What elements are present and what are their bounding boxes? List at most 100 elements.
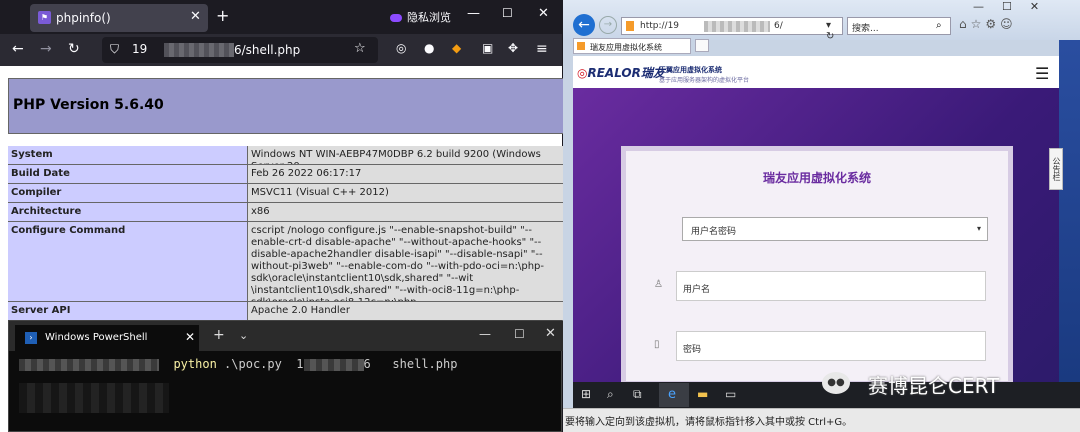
url-prefix: 19 (132, 42, 148, 56)
tab-bar: ⚑ phpinfo() ✕ + 隐私浏览 — ☐ ✕ (0, 0, 562, 34)
ie-icon: e (668, 387, 676, 402)
close-tab-icon[interactable]: ✕ (190, 9, 201, 24)
taskbar-ie-button[interactable]: e (659, 383, 689, 407)
vmware-status-bar: 要将输入定向到该虚拟机，请将鼠标指针移入其中或按 Ctrl+G。 (563, 408, 1080, 432)
table-row: Server API Apache 2.0 Handler (8, 302, 568, 321)
login-title: 瑞友应用虚拟化系统 (762, 171, 871, 185)
new-tab-button[interactable]: + (213, 327, 225, 343)
tab-powershell[interactable]: › Windows PowerShell ✕ (15, 325, 199, 351)
forward-icon[interactable]: → (40, 41, 52, 57)
password-field[interactable]: 密码 (676, 331, 986, 361)
new-tab-button[interactable]: + (216, 6, 229, 25)
reload-icon[interactable]: ↻ (68, 41, 80, 57)
product-name: 天翼应用虚拟化系统 (659, 66, 722, 74)
command-args-tail: 6 shell.php (363, 357, 458, 371)
folder-icon[interactable]: ▬ (697, 387, 708, 401)
powershell-window[interactable]: › Windows PowerShell ✕ + ⌄ — ☐ ✕ python … (8, 320, 563, 432)
shield-icon[interactable]: ⛉ (110, 42, 119, 57)
windows-start-icon[interactable]: ⊞ (581, 387, 591, 401)
menu-icon[interactable]: ≡ (536, 41, 548, 57)
row-value: cscript /nologo configure.js "--enable-s… (248, 222, 568, 301)
virtual-machine-window[interactable]: —☐✕ ← → http://19 6/ ▾ ↻ 搜索... ⌕ ⌂☆⚙☺ 瑞友… (563, 0, 1080, 432)
pocket-icon[interactable]: ◎ (396, 41, 406, 55)
private-browsing-indicator: 隐私浏览 (390, 9, 451, 25)
minimize-button[interactable]: — (479, 327, 491, 341)
window-icon[interactable]: ▭ (725, 387, 736, 401)
row-value: Windows NT WIN-AEBP47M0DBP 6.2 build 920… (248, 146, 568, 164)
user-icon: ♙ (654, 279, 663, 290)
bookmark-star-icon[interactable]: ☆ (354, 41, 366, 56)
tab-title: 瑞友应用虚拟化系统 (590, 43, 662, 52)
product-tagline: 基于应用服务器架构的虚拟化平台 (659, 77, 750, 84)
ie-toolbar-icons[interactable]: ⌂☆⚙☺ (959, 17, 1017, 31)
page-favicon-icon (577, 42, 585, 50)
row-value: Feb 26 2022 06:17:17 (248, 165, 568, 183)
table-row: Architecture x86 (8, 203, 568, 222)
command-line: python .\poc.py 1 6 shell.php (19, 357, 457, 371)
hamburger-menu-icon[interactable]: ☰ (1035, 64, 1049, 83)
row-value: MSVC11 (Visual C++ 2012) (248, 184, 568, 202)
redacted-prompt (19, 358, 159, 371)
search-icon[interactable]: ⌕ (936, 20, 942, 31)
url-prefix: http://19 (640, 21, 680, 31)
task-view-icon[interactable]: ⧉ (633, 387, 642, 402)
announcement-tab[interactable]: 公告栏 (1049, 148, 1063, 190)
command-args: .\poc.py 1 (224, 357, 304, 371)
close-tab-icon[interactable]: ✕ (185, 330, 195, 344)
redacted-ip (164, 43, 234, 57)
watermark-text: 赛博昆仑CERT (868, 374, 1000, 398)
search-icon[interactable]: ⌕ (607, 387, 614, 402)
extension-fox-icon[interactable]: ◆ (452, 41, 461, 55)
ie-window-controls[interactable]: —☐✕ (973, 0, 1057, 13)
account-icon[interactable]: ● (424, 41, 434, 55)
close-window-button[interactable]: ✕ (538, 6, 549, 21)
private-mask-icon (390, 14, 402, 22)
select-value: 用户名密码 (691, 227, 737, 237)
page-icon (626, 21, 634, 31)
row-key: Server API (8, 302, 248, 320)
row-key: Compiler (8, 184, 248, 202)
url-bar[interactable]: ⛉ 19 6/shell.php (102, 37, 378, 63)
ie-toolbar: —☐✕ ← → http://19 6/ ▾ ↻ 搜索... ⌕ ⌂☆⚙☺ (563, 0, 1080, 42)
password-placeholder: 密码 (683, 345, 702, 355)
table-row: Compiler MSVC11 (Visual C++ 2012) (8, 184, 568, 203)
close-window-button[interactable]: ✕ (545, 326, 556, 341)
refresh-icon[interactable]: ▾ ↻ (826, 20, 842, 42)
search-input[interactable]: 搜索... ⌕ (847, 17, 951, 35)
username-field[interactable]: 用户名 (676, 271, 986, 301)
url-suffix: 6/ (774, 21, 783, 31)
maximize-button[interactable]: ☐ (514, 327, 525, 341)
back-icon[interactable]: ← (12, 41, 24, 57)
maximize-button[interactable]: ☐ (502, 6, 513, 20)
search-placeholder: 搜索... (852, 24, 879, 34)
chevron-down-icon[interactable]: ⌄ (239, 329, 248, 342)
logo-mark-icon: ◎ (577, 66, 588, 80)
back-icon[interactable]: ← (573, 14, 595, 36)
new-tab-button[interactable] (695, 39, 709, 52)
wechat-icon: ●● (822, 372, 850, 394)
url-path: 6/shell.php (234, 43, 301, 57)
command-name: python (173, 357, 217, 371)
forward-icon[interactable]: → (599, 16, 617, 34)
minimize-button[interactable]: — (467, 6, 480, 21)
terminal-tab-bar: › Windows PowerShell ✕ + ⌄ — ☐ ✕ (9, 321, 563, 351)
tab-title: phpinfo() (56, 11, 111, 25)
navigation-toolbar: ← → ↻ ⛉ 19 6/shell.php ☆ ◎ ● ◆ ▣ ✥ ≡ (0, 34, 562, 66)
puzzle-icon[interactable]: ✥ (508, 41, 518, 55)
row-key: Build Date (8, 165, 248, 183)
tab-phpinfo[interactable]: ⚑ phpinfo() ✕ (30, 4, 208, 32)
login-panel: 瑞友应用虚拟化系统 用户名密码 ▾ ♙ 用户名 ▯ 密码 (621, 146, 1013, 382)
redacted-output (19, 383, 169, 413)
lock-icon: ▯ (654, 339, 660, 350)
chevron-down-icon: ▾ (977, 224, 982, 233)
tab-title: Windows PowerShell (45, 332, 148, 343)
redacted-ip (704, 21, 770, 32)
url-bar[interactable]: http://19 6/ ▾ ↻ (621, 17, 843, 42)
tab-realor[interactable]: 瑞友应用虚拟化系统 (573, 38, 691, 54)
php-version-title: PHP Version 5.6.40 (13, 97, 164, 113)
extension-icon[interactable]: ▣ (482, 41, 493, 55)
logo-text: REALOR (587, 66, 641, 80)
auth-method-select[interactable]: 用户名密码 ▾ (682, 217, 988, 241)
table-row: Build Date Feb 26 2022 06:17:17 (8, 165, 568, 184)
redacted-ip (303, 358, 364, 371)
